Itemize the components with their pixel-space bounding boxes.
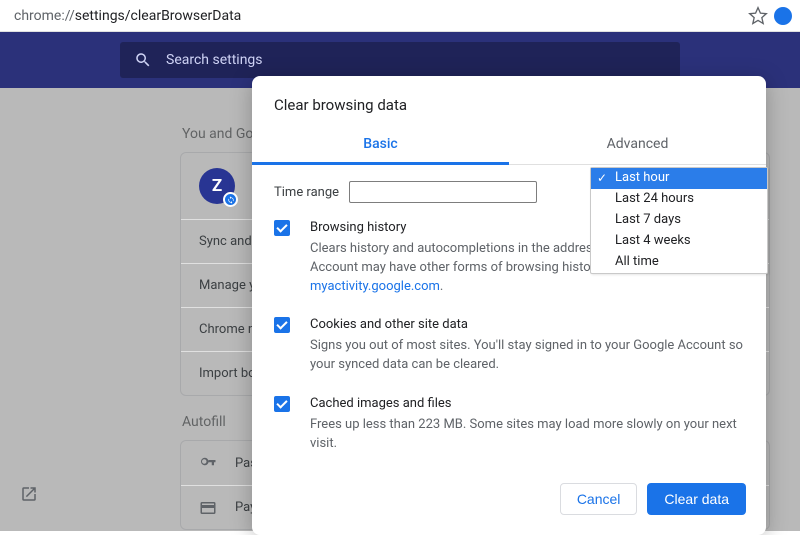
checkbox-cache[interactable] (274, 396, 290, 412)
option-cache: Cached images and files Frees up less th… (274, 395, 744, 454)
search-icon (134, 51, 152, 69)
tab-basic[interactable]: Basic (252, 126, 509, 164)
clear-browsing-data-dialog: Clear browsing data Basic Advanced Time … (252, 76, 766, 535)
dropdown-option-last-7-days[interactable]: Last 7 days (591, 210, 767, 231)
bookmark-star-icon[interactable] (748, 6, 768, 26)
open-external-icon[interactable] (20, 485, 38, 503)
card-icon (199, 499, 217, 517)
dropdown-option-last-4-weeks[interactable]: Last 4 weeks (591, 231, 767, 252)
url-scheme: chrome:// (14, 8, 75, 24)
option-title: Cached images and files (310, 395, 744, 414)
extension-icon[interactable] (774, 7, 792, 25)
time-range-label: Time range (274, 185, 339, 200)
tab-advanced[interactable]: Advanced (509, 126, 766, 164)
url-bar[interactable]: chrome://settings/clearBrowserData (0, 0, 800, 32)
avatar: Z (199, 168, 235, 204)
avatar-letter: Z (212, 176, 222, 196)
url-text: chrome://settings/clearBrowserData (8, 8, 748, 24)
checkbox-cookies[interactable] (274, 317, 290, 333)
dropdown-option-last-24-hours[interactable]: Last 24 hours (591, 189, 767, 210)
dropdown-option-all-time[interactable]: All time (591, 252, 767, 273)
time-range-dropdown[interactable]: Last hour Last 24 hours Last 7 days Last… (590, 167, 768, 274)
search-placeholder: Search settings (166, 52, 263, 68)
sync-badge-icon (223, 192, 238, 207)
key-icon (199, 454, 217, 472)
option-desc: Signs you out of most sites. You'll stay… (310, 337, 744, 375)
myactivity-link[interactable]: myactivity.google.com (310, 279, 440, 294)
url-path: settings/clearBrowserData (75, 8, 242, 24)
option-title: Cookies and other site data (310, 316, 744, 335)
checkbox-browsing-history[interactable] (274, 220, 290, 236)
time-range-select[interactable] (349, 181, 537, 203)
search-settings-input[interactable]: Search settings (120, 42, 680, 78)
dialog-actions: Cancel Clear data (252, 473, 766, 535)
dialog-title: Clear browsing data (252, 76, 766, 126)
cancel-button[interactable]: Cancel (560, 483, 638, 515)
dropdown-option-last-hour[interactable]: Last hour (591, 168, 767, 189)
clear-data-button[interactable]: Clear data (647, 483, 746, 515)
option-cookies: Cookies and other site data Signs you ou… (274, 316, 744, 375)
dialog-tabs: Basic Advanced (252, 126, 766, 165)
option-desc: Frees up less than 223 MB. Some sites ma… (310, 416, 744, 454)
